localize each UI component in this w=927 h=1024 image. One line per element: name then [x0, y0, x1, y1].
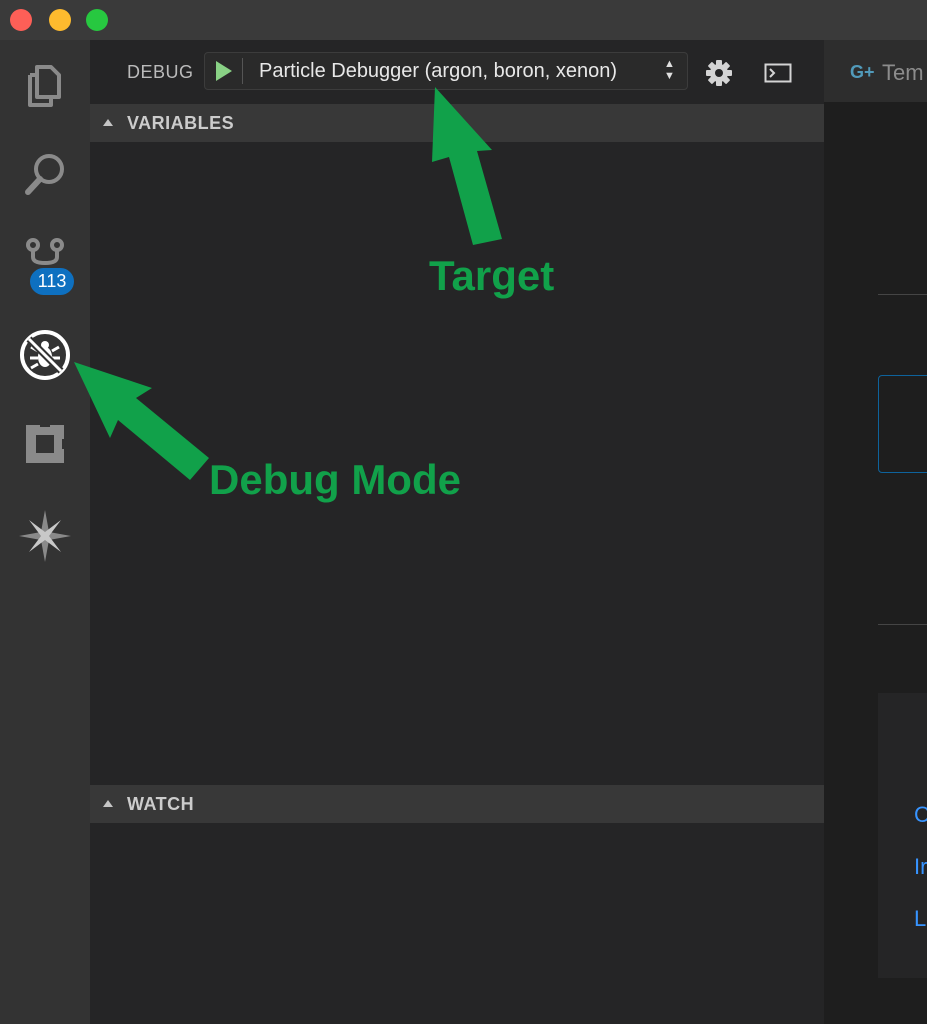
debug-mode-arrow — [74, 362, 209, 480]
target-annotation-label: Target — [429, 252, 555, 299]
annotation-arrows — [74, 87, 502, 480]
debug-mode-annotation-label: Debug Mode — [209, 456, 461, 503]
target-arrow — [432, 87, 502, 245]
